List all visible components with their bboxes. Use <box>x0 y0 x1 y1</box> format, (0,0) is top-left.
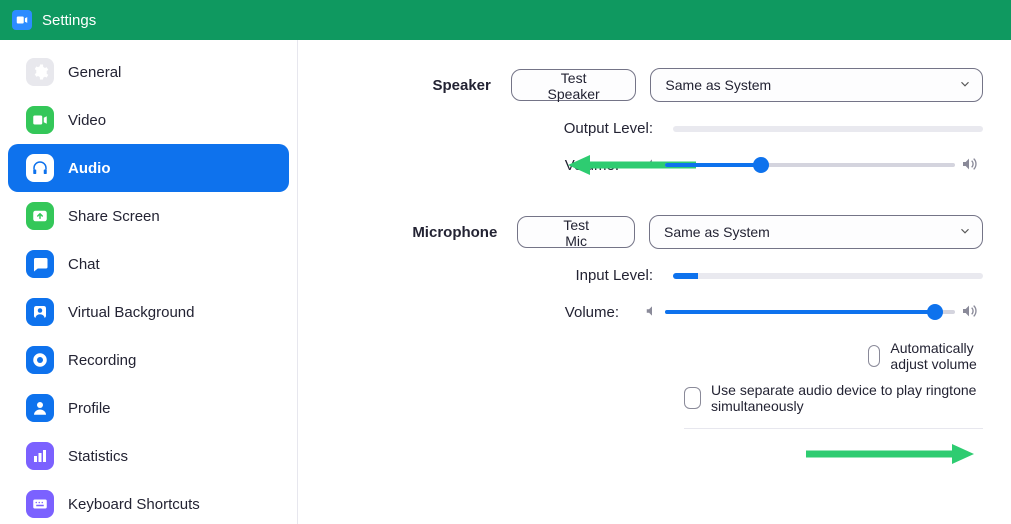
sidebar-item-label: Share Screen <box>68 208 160 225</box>
sidebar-item-label: Statistics <box>68 448 128 465</box>
sidebar-item-chat[interactable]: Chat <box>8 240 289 288</box>
gear-icon <box>26 58 54 86</box>
input-level-meter <box>673 273 983 279</box>
speaker-device-select[interactable]: Same as System <box>650 68 983 102</box>
sidebar-item-share-screen[interactable]: Share Screen <box>8 192 289 240</box>
speaker-device-value: Same as System <box>665 77 771 93</box>
test-mic-button[interactable]: Test Mic <box>517 216 635 248</box>
volume-high-icon <box>961 303 977 322</box>
speaker-volume-label: Volume: <box>298 157 639 174</box>
profile-icon <box>26 394 54 422</box>
sidebar-item-label: Recording <box>68 352 136 369</box>
settings-sidebar: General Video Audio Share Screen <box>0 40 298 524</box>
microphone-volume-label: Volume: <box>298 304 639 321</box>
sidebar-item-label: Chat <box>68 256 100 273</box>
volume-low-icon <box>645 157 659 174</box>
video-icon <box>26 106 54 134</box>
keyboard-icon <box>26 490 54 518</box>
volume-low-icon <box>645 304 659 321</box>
microphone-device-select[interactable]: Same as System <box>649 215 983 249</box>
test-speaker-button[interactable]: Test Speaker <box>511 69 637 101</box>
sidebar-item-keyboard-shortcuts[interactable]: Keyboard Shortcuts <box>8 480 289 524</box>
input-level-label: Input Level: <box>298 267 673 284</box>
auto-adjust-volume-label: Automatically adjust volume <box>890 340 983 372</box>
share-screen-icon <box>26 202 54 230</box>
separate-ringtone-checkbox[interactable] <box>684 387 701 409</box>
sidebar-item-audio[interactable]: Audio <box>8 144 289 192</box>
headphones-icon <box>26 154 54 182</box>
speaker-header: Speaker <box>298 77 511 94</box>
sidebar-item-label: Profile <box>68 400 111 417</box>
sidebar-item-label: Virtual Background <box>68 304 194 321</box>
annotation-arrow <box>804 442 974 466</box>
window-title: Settings <box>42 12 96 29</box>
divider <box>684 428 983 429</box>
sidebar-item-profile[interactable]: Profile <box>8 384 289 432</box>
sidebar-item-general[interactable]: General <box>8 48 289 96</box>
sidebar-item-video[interactable]: Video <box>8 96 289 144</box>
sidebar-item-label: General <box>68 64 121 81</box>
recording-icon <box>26 346 54 374</box>
sidebar-item-statistics[interactable]: Statistics <box>8 432 289 480</box>
settings-content: Speaker Test Speaker Same as System Outp… <box>298 40 1011 524</box>
titlebar: Settings <box>0 0 1011 40</box>
separate-ringtone-label: Use separate audio device to play ringto… <box>711 382 983 414</box>
output-level-meter <box>673 126 983 132</box>
virtual-background-icon <box>26 298 54 326</box>
sidebar-item-virtual-background[interactable]: Virtual Background <box>8 288 289 336</box>
sidebar-item-label: Video <box>68 112 106 129</box>
sidebar-item-label: Audio <box>68 160 111 177</box>
sidebar-item-label: Keyboard Shortcuts <box>68 496 200 513</box>
chevron-down-icon <box>958 224 972 241</box>
auto-adjust-volume-checkbox[interactable] <box>868 345 881 367</box>
volume-high-icon <box>961 156 977 175</box>
chat-icon <box>26 250 54 278</box>
speaker-volume-slider[interactable] <box>665 155 955 175</box>
output-level-label: Output Level: <box>298 120 673 137</box>
app-icon <box>12 10 32 30</box>
chevron-down-icon <box>958 77 972 94</box>
sidebar-item-recording[interactable]: Recording <box>8 336 289 384</box>
statistics-icon <box>26 442 54 470</box>
microphone-volume-slider[interactable] <box>665 302 955 322</box>
microphone-header: Microphone <box>298 224 517 241</box>
microphone-device-value: Same as System <box>664 224 770 240</box>
